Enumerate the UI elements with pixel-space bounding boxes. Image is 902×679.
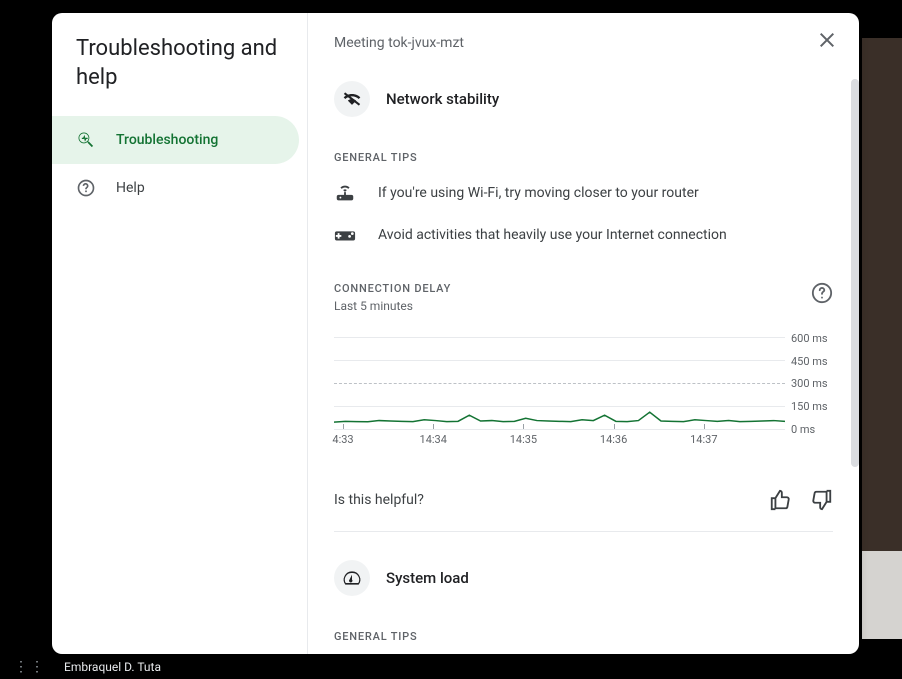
- meet-footer: ⋮⋮ Embraquel D. Tuta: [0, 655, 902, 679]
- troubleshoot-icon: [76, 130, 96, 150]
- chart-subtitle: Last 5 minutes: [334, 299, 451, 313]
- network-icon: [334, 81, 370, 117]
- scrollbar[interactable]: [851, 79, 859, 467]
- chart-title: CONNECTION DELAY: [334, 282, 451, 295]
- sidebar-item-label: Troubleshooting: [116, 132, 218, 148]
- tip-text: If you're using Wi-Fi, try moving closer…: [378, 185, 699, 201]
- x-axis-labels: 4:3314:3414:3514:3614:37: [334, 429, 833, 453]
- sidebar: Troubleshooting and help Troubleshooting…: [52, 13, 308, 654]
- background-video-strip-2: [862, 551, 902, 639]
- system-title: System load: [386, 569, 469, 587]
- chart-help-button[interactable]: [811, 282, 833, 304]
- y-axis-labels: 600 ms 450 ms 300 ms 150 ms 0 ms: [785, 337, 833, 429]
- tip-text: Avoid activities that heavily use your I…: [378, 227, 727, 243]
- router-icon: [334, 182, 356, 204]
- tip-row: If you're using Wi-Fi, try moving closer…: [334, 182, 833, 204]
- help-icon: [76, 178, 96, 198]
- troubleshooting-dialog: Troubleshooting and help Troubleshooting…: [52, 13, 859, 654]
- sidebar-item-help[interactable]: Help: [52, 164, 299, 212]
- main-panel: Meeting tok-jvux-mzt Network stability G…: [308, 13, 859, 654]
- thumbs-down-button[interactable]: [811, 489, 833, 511]
- connection-delay-header: CONNECTION DELAY Last 5 minutes: [334, 282, 833, 313]
- feedback-row: Is this helpful?: [334, 489, 833, 532]
- sidebar-item-label: Help: [116, 180, 145, 196]
- connection-delay-chart: 600 ms 450 ms 300 ms 150 ms 0 ms 4:3314:…: [334, 337, 833, 461]
- background-video-strip: [862, 38, 902, 553]
- system-section-header: System load: [334, 560, 833, 596]
- tip-row: Avoid activities that heavily use your I…: [334, 224, 833, 246]
- gamepad-icon: [334, 224, 356, 246]
- thumbs-up-button[interactable]: [769, 489, 791, 511]
- meeting-id: Meeting tok-jvux-mzt: [334, 35, 833, 51]
- network-section-header: Network stability: [334, 81, 833, 117]
- more-icon[interactable]: ⋮⋮: [14, 659, 46, 675]
- dialog-title: Troubleshooting and help: [52, 33, 307, 116]
- sidebar-item-troubleshooting[interactable]: Troubleshooting: [52, 116, 299, 164]
- general-tips-header: GENERAL TIPS: [334, 151, 833, 164]
- general-tips-header: GENERAL TIPS: [334, 630, 833, 643]
- speedometer-icon: [334, 560, 370, 596]
- feedback-question: Is this helpful?: [334, 492, 424, 508]
- network-title: Network stability: [386, 90, 499, 108]
- close-button[interactable]: [815, 28, 839, 52]
- participant-name: Embraquel D. Tuta: [64, 660, 161, 674]
